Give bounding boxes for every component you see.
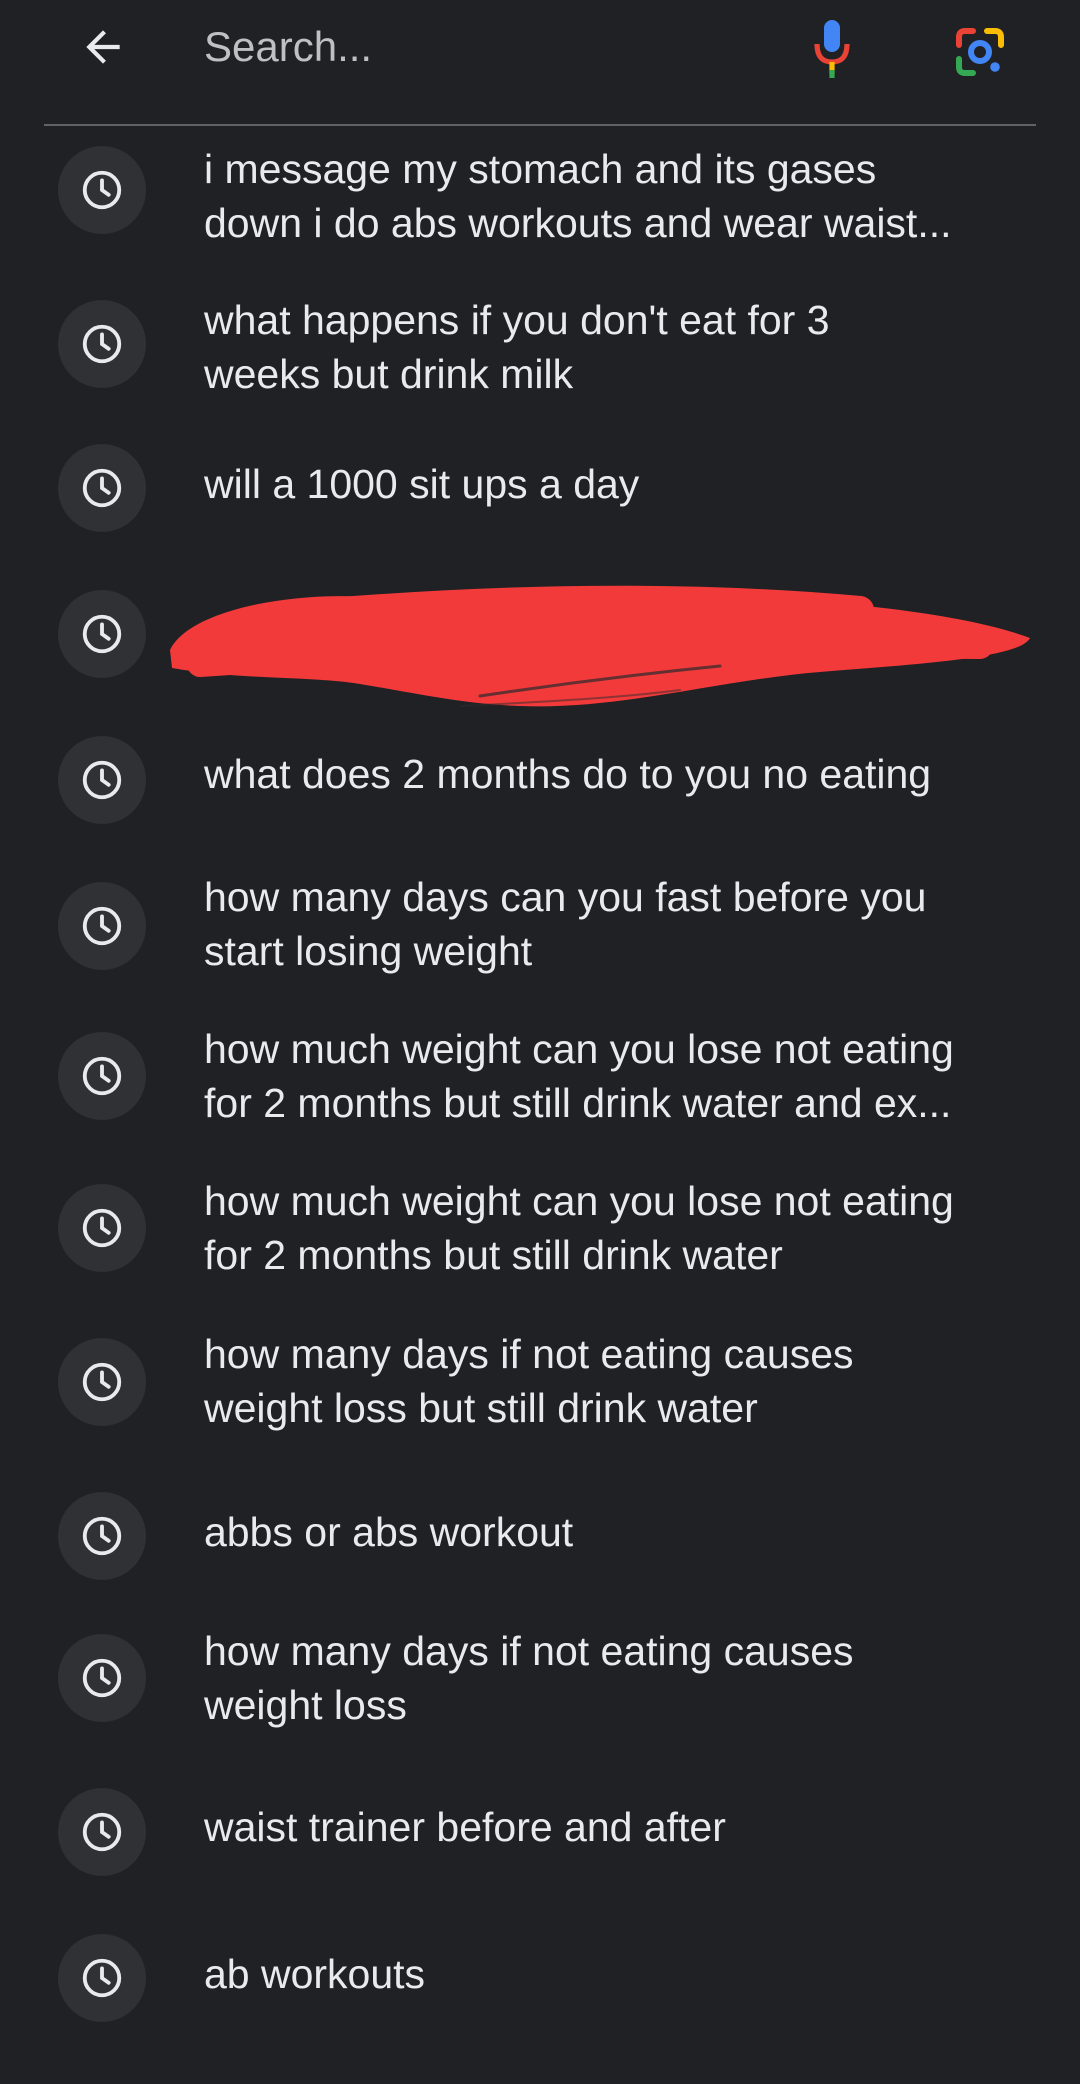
history-icon-container — [58, 444, 146, 532]
history-item-text: waist trainer before and after — [204, 1804, 726, 1850]
history-icon-container — [58, 300, 146, 388]
history-icon-container — [58, 1934, 146, 2022]
history-clock-icon — [82, 170, 122, 210]
history-item-text: how many days if not eating causes weigh… — [204, 1628, 854, 1728]
history-clock-icon — [82, 1812, 122, 1852]
history-clock-icon — [82, 1958, 122, 1998]
history-clock-icon — [82, 1516, 122, 1556]
history-icon-container — [58, 1492, 146, 1580]
history-item-text: what does 2 months do to you no eating — [204, 751, 932, 797]
history-icon-container — [58, 146, 146, 234]
history-icon-container — [58, 736, 146, 824]
arrow-back-icon — [86, 30, 120, 64]
history-item-text: will a 1000 sit ups a day — [204, 461, 640, 507]
google-lens-button[interactable] — [948, 20, 1012, 84]
history-clock-icon — [82, 614, 122, 654]
history-clock-icon — [82, 1362, 122, 1402]
search-divider — [44, 124, 1036, 126]
history-icon-container — [58, 1788, 146, 1876]
history-icon-container — [58, 1184, 146, 1272]
history-item-text: what happens if you don't eat for 3 week… — [204, 297, 830, 397]
back-button[interactable] — [70, 14, 136, 80]
search-bar — [0, 0, 1080, 96]
mic-icon — [814, 20, 850, 78]
history-clock-icon — [82, 1658, 122, 1698]
history-item-text: i message my stomach and its gases down … — [204, 146, 952, 246]
redaction-scribble — [170, 585, 1030, 707]
history-icon-container — [58, 882, 146, 970]
history-clock-icon — [82, 906, 122, 946]
history-item-text: how many days can you fast before you st… — [204, 874, 927, 974]
history-icon-container — [58, 1032, 146, 1120]
history-clock-icon — [82, 324, 122, 364]
history-icon-container — [58, 1338, 146, 1426]
history-clock-icon — [82, 760, 122, 800]
search-input[interactable] — [204, 14, 764, 80]
history-item-text: how many days if not eating causes weigh… — [204, 1331, 854, 1431]
history-item-text: how much weight can you lose not eating … — [204, 1026, 954, 1126]
voice-search-button[interactable] — [806, 14, 858, 84]
history-clock-icon — [82, 468, 122, 508]
history-item-text: how much weight can you lose not eating … — [204, 1178, 954, 1278]
history-icon-container — [58, 590, 146, 678]
history-clock-icon — [82, 1208, 122, 1248]
history-item-text: ab workouts — [204, 1951, 426, 1997]
history-clock-icon — [82, 1056, 122, 1096]
history-icon-container — [58, 1634, 146, 1722]
history-item-text: abbs or abs workout — [204, 1509, 574, 1555]
google-lens-icon — [956, 28, 1004, 76]
